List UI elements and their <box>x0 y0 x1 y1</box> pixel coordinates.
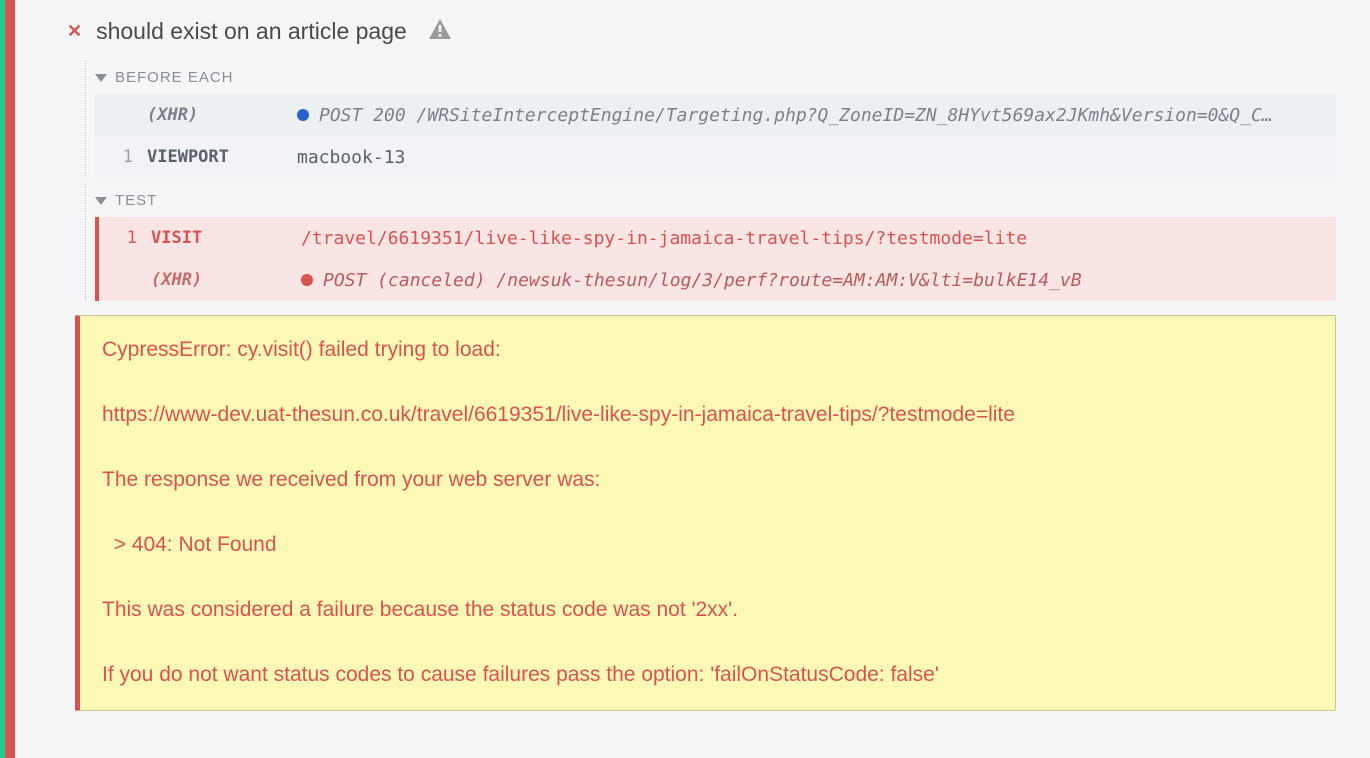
command-row-xhr[interactable]: (XHR) POST 200 /WRSiteInterceptEngine/Ta… <box>95 94 1336 136</box>
command-name: VISIT <box>151 228 301 248</box>
section-label: BEFORE EACH <box>115 69 234 86</box>
cypress-runner-panel: ✕ should exist on an article page BEFORE… <box>0 0 1370 758</box>
command-number: 1 <box>103 147 147 167</box>
test-title: should exist on an article page <box>96 18 407 45</box>
status-bar-red <box>5 0 15 758</box>
content-area: ✕ should exist on an article page BEFORE… <box>15 0 1370 758</box>
command-text: POST (canceled) /newsuk-thesun/log/3/per… <box>323 270 1082 291</box>
command-text: POST 200 /WRSiteInterceptEngine/Targetin… <box>319 105 1273 126</box>
section-guide <box>85 184 86 301</box>
error-message[interactable]: CypressError: cy.visit() failed trying t… <box>75 315 1336 711</box>
chevron-down-icon <box>95 197 107 205</box>
command-name: VIEWPORT <box>147 147 297 167</box>
fail-icon: ✕ <box>67 21 82 42</box>
status-dot-icon <box>297 109 309 121</box>
command-row-viewport[interactable]: 1 VIEWPORT macbook-13 <box>95 136 1336 178</box>
command-body: POST 200 /WRSiteInterceptEngine/Targetin… <box>297 105 1324 126</box>
test-header[interactable]: ✕ should exist on an article page <box>15 0 1370 61</box>
section-guide <box>85 61 86 178</box>
warning-icon <box>429 19 451 45</box>
section-label: TEST <box>115 192 157 209</box>
before-each-section: BEFORE EACH (XHR) POST 200 /WRSiteInterc… <box>49 61 1336 178</box>
command-body: macbook-13 <box>297 147 1324 168</box>
command-log: BEFORE EACH (XHR) POST 200 /WRSiteInterc… <box>49 61 1336 301</box>
status-dot-icon <box>301 274 313 286</box>
command-name: (XHR) <box>147 105 297 125</box>
command-name: (XHR) <box>151 270 301 290</box>
before-each-header[interactable]: BEFORE EACH <box>95 61 1336 94</box>
command-body: POST (canceled) /newsuk-thesun/log/3/per… <box>301 270 1324 291</box>
command-row-visit[interactable]: 1 VISIT /travel/6619351/live-like-spy-in… <box>95 217 1336 259</box>
command-number: 1 <box>107 228 151 248</box>
command-body: /travel/6619351/live-like-spy-in-jamaica… <box>301 228 1324 249</box>
chevron-down-icon <box>95 74 107 82</box>
test-section-header[interactable]: TEST <box>95 184 1336 217</box>
test-section: TEST 1 VISIT /travel/6619351/live-like-s… <box>49 184 1336 301</box>
command-row-xhr-failed[interactable]: (XHR) POST (canceled) /newsuk-thesun/log… <box>95 259 1336 301</box>
